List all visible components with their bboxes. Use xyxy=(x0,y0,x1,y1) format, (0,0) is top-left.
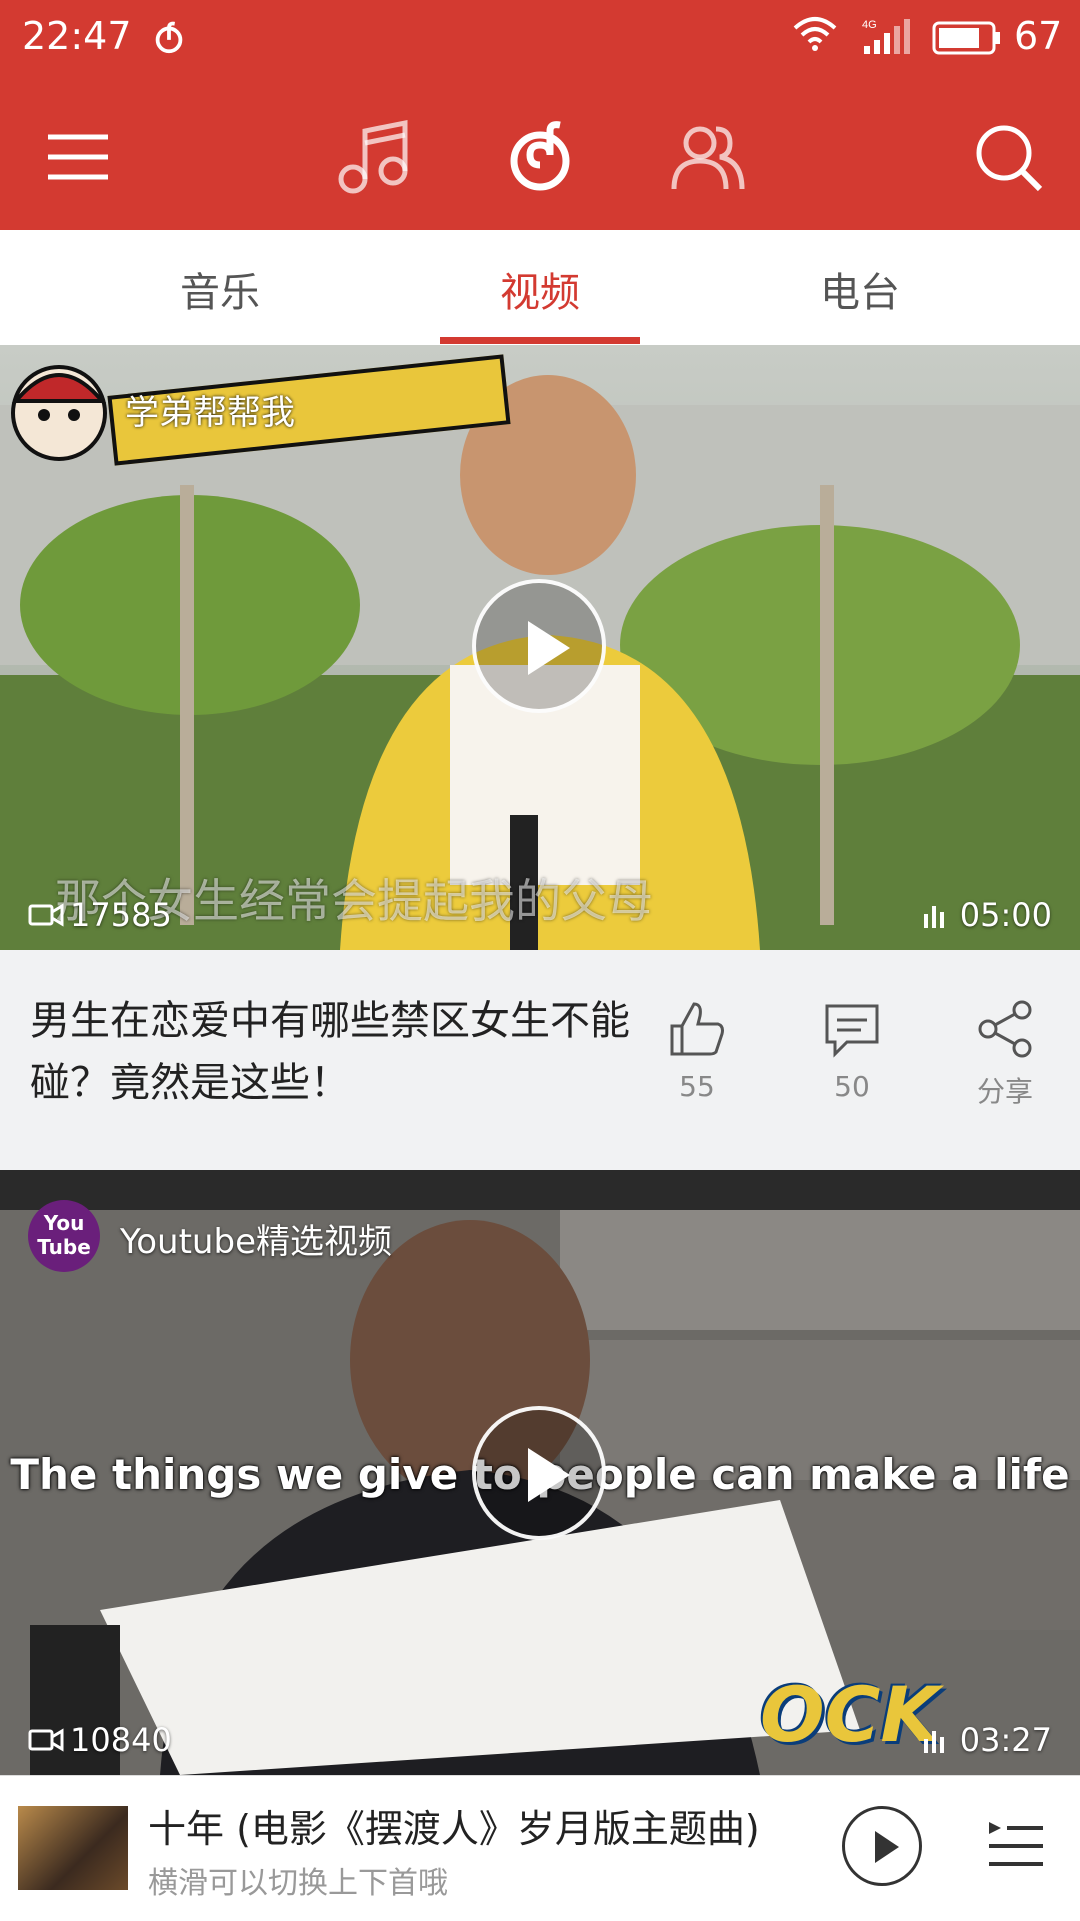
video-channel-name: 学弟帮帮我 xyxy=(125,393,295,433)
tab-indicator xyxy=(440,337,640,344)
netease-status-icon xyxy=(155,21,183,54)
battery-level: 67 xyxy=(1014,14,1063,58)
search-icon[interactable] xyxy=(968,117,1048,197)
video-camera-icon xyxy=(28,903,64,927)
friends-icon[interactable] xyxy=(668,117,748,197)
comment-count: 50 xyxy=(834,1070,870,1103)
comment-icon xyxy=(825,1004,879,1058)
tab-bar: 音乐 视频 电台 xyxy=(0,230,1080,346)
view-count: 10840 xyxy=(28,1721,172,1759)
wifi-icon xyxy=(793,17,837,51)
battery-icon xyxy=(932,21,1000,55)
like-button[interactable]: 55 xyxy=(642,998,752,1103)
view-count-value: 10840 xyxy=(70,1721,172,1759)
menu-icon[interactable] xyxy=(38,117,118,197)
tab-video[interactable]: 视频 xyxy=(440,260,640,318)
view-count: 17585 xyxy=(28,896,172,934)
playlist-icon[interactable] xyxy=(985,1816,1047,1876)
like-count: 55 xyxy=(679,1070,715,1103)
channel-mascot-logo xyxy=(11,365,107,461)
play-icon xyxy=(875,1831,899,1863)
duration-value: 03:27 xyxy=(959,1721,1052,1759)
duration-bars-icon xyxy=(923,1731,944,1753)
music-note-icon[interactable] xyxy=(333,117,413,197)
video-info-row: 男生在恋爱中有哪些禁区女生不能碰？竟然是这些！ 55 50 分享 xyxy=(0,950,1080,1170)
view-count-value: 17585 xyxy=(70,896,172,934)
status-time: 22:47 xyxy=(22,14,132,58)
status-bar: 22:47 4G 67 xyxy=(0,0,1080,76)
duration-value: 05:00 xyxy=(959,896,1052,934)
album-cover[interactable] xyxy=(18,1806,128,1890)
duration-bars-icon xyxy=(923,906,944,928)
play-button[interactable] xyxy=(472,1406,606,1540)
mini-player[interactable]: 十年 (电影《摆渡人》岁月版主题曲) 横滑可以切换上下首哦 xyxy=(0,1775,1080,1921)
share-label: 分享 xyxy=(976,1075,1033,1108)
signal-icon: 4G xyxy=(862,19,910,54)
video-card-2[interactable]: You Tube Youtube精选视频 The things we give … xyxy=(0,1170,1080,1775)
network-type: 4G xyxy=(862,19,877,31)
netease-logo-icon[interactable] xyxy=(500,117,580,197)
video-duration: 03:27 xyxy=(918,1721,1052,1759)
video-card-1[interactable]: 学弟帮帮我 那个女生经常会提起我的父母 17585 05:00 xyxy=(0,345,1080,950)
share-icon xyxy=(978,1000,1032,1058)
comment-button[interactable]: 50 xyxy=(797,998,907,1103)
play-button[interactable] xyxy=(472,579,606,713)
tab-radio[interactable]: 电台 xyxy=(760,260,960,318)
video-title[interactable]: 男生在恋爱中有哪些禁区女生不能碰？竟然是这些！ xyxy=(30,990,650,1114)
top-nav xyxy=(0,95,1080,215)
video-duration: 05:00 xyxy=(918,896,1052,934)
share-button[interactable]: 分享 xyxy=(950,998,1060,1110)
video-camera-icon xyxy=(28,1728,64,1752)
player-play-button[interactable] xyxy=(842,1806,922,1886)
video-channel-name[interactable]: Youtube精选视频 xyxy=(120,1214,392,1263)
channel-avatar[interactable]: You Tube xyxy=(28,1200,100,1272)
song-title: 十年 (电影《摆渡人》岁月版主题曲) xyxy=(148,1807,760,1851)
channel-watermark: OCK xyxy=(760,1670,940,1759)
swipe-hint: 横滑可以切换上下首哦 xyxy=(148,1866,448,1901)
app-root: 22:47 4G 67 音乐 视频 电台 学弟帮帮我 那个女生经常会提起我的父母… xyxy=(0,0,1080,1921)
app-header: 22:47 4G 67 xyxy=(0,0,1080,230)
thumbs-up-icon xyxy=(670,1002,724,1056)
tab-music[interactable]: 音乐 xyxy=(120,260,320,318)
